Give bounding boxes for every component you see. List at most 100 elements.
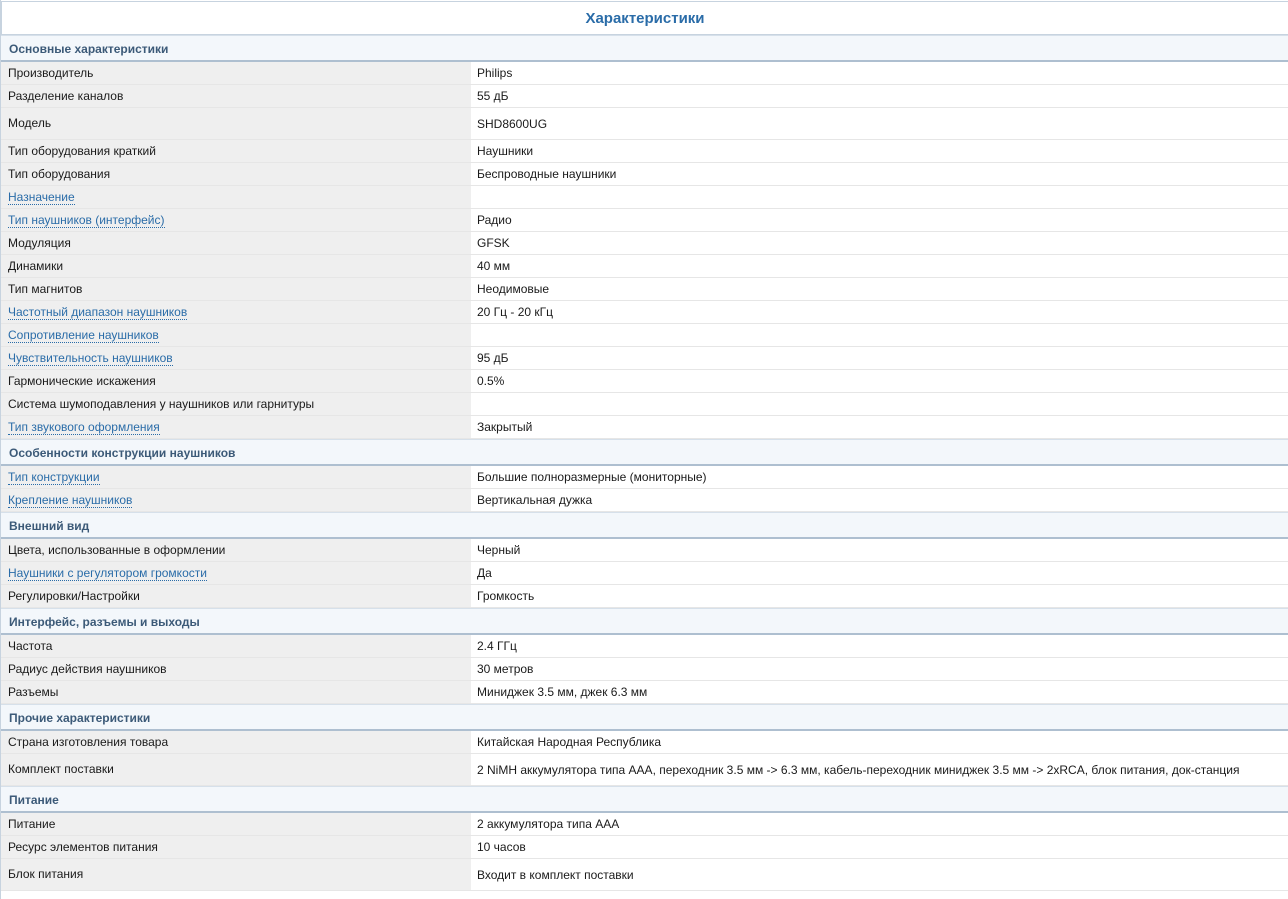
spec-value: 55 дБ [471, 85, 1288, 107]
spec-row-frequency: Частота 2.4 ГГц [1, 635, 1288, 658]
spec-value: 10 часов [471, 836, 1288, 858]
spec-label: Радиус действия наушников [1, 658, 471, 680]
spec-value: 2 аккумулятора типа AAA [471, 813, 1288, 835]
spec-label: Тип магнитов [1, 278, 471, 300]
spec-label[interactable]: Крепление наушников [1, 489, 471, 511]
spec-value: Громкость [471, 585, 1288, 607]
spec-label: Динамики [1, 255, 471, 277]
spec-value: 95 дБ [471, 347, 1288, 369]
spec-row-adjustments: Регулировки/Настройки Громкость [1, 585, 1288, 608]
spec-value [471, 393, 1288, 415]
spec-row-headphone-interface: Тип наушников (интерфейс) Радио [1, 209, 1288, 232]
spec-row-distortion: Гармонические искажения 0.5% [1, 370, 1288, 393]
spec-label: Регулировки/Настройки [1, 585, 471, 607]
spec-label[interactable]: Тип звукового оформления [1, 416, 471, 438]
spec-label: Гармонические искажения [1, 370, 471, 392]
spec-label: Разъемы [1, 681, 471, 703]
spec-value: 0.5% [471, 370, 1288, 392]
spec-label[interactable]: Тип конструкции [1, 466, 471, 488]
spec-label-link[interactable]: Тип звукового оформления [8, 420, 160, 435]
specifications-table: Характеристики Основные характеристики П… [0, 0, 1288, 899]
spec-label-link[interactable]: Чувствительность наушников [8, 351, 173, 366]
spec-value: Philips [471, 62, 1288, 84]
spec-row-battery-life: Ресурс элементов питания 10 часов [1, 836, 1288, 859]
spec-row-package-contents: Комплект поставки 2 NiMH аккумулятора ти… [1, 754, 1288, 786]
spec-row-volume-control: Наушники с регулятором громкости Да [1, 562, 1288, 585]
section-header-interfaces: Интерфейс, разъемы и выходы [1, 608, 1288, 635]
spec-label[interactable]: Частотный диапазон наушников [1, 301, 471, 323]
spec-value [471, 186, 1288, 208]
spec-label[interactable]: Назначение [1, 186, 471, 208]
spec-label: Модель [1, 108, 471, 139]
spec-value: 40 мм [471, 255, 1288, 277]
section-header-power: Питание [1, 786, 1288, 813]
spec-label: Разделение каналов [1, 85, 471, 107]
spec-label-link[interactable]: Тип конструкции [8, 470, 100, 485]
spec-value: Беспроводные наушники [471, 163, 1288, 185]
spec-value: 20 Гц - 20 кГц [471, 301, 1288, 323]
spec-label: Тип оборудования [1, 163, 471, 185]
spec-label-link[interactable]: Крепление наушников [8, 493, 133, 508]
spec-row-acoustic-design: Тип звукового оформления Закрытый [1, 416, 1288, 439]
spec-row-frequency-range: Частотный диапазон наушников 20 Гц - 20 … [1, 301, 1288, 324]
spec-row-mounting: Крепление наушников Вертикальная дужка [1, 489, 1288, 512]
spec-row-connectors: Разъемы Миниджек 3.5 мм, джек 6.3 мм [1, 681, 1288, 704]
page-title: Характеристики [1, 1, 1288, 35]
spec-row-construction-type: Тип конструкции Большие полноразмерные (… [1, 466, 1288, 489]
spec-value: Неодимовые [471, 278, 1288, 300]
spec-row-equipment-type: Тип оборудования Беспроводные наушники [1, 163, 1288, 186]
spec-row-magnet-type: Тип магнитов Неодимовые [1, 278, 1288, 301]
spec-row-noise-cancelling: Система шумоподавления у наушников или г… [1, 393, 1288, 416]
spec-row-manufacturer: Производитель Philips [1, 62, 1288, 85]
spec-value: GFSK [471, 232, 1288, 254]
spec-label: Цвета, использованные в оформлении [1, 539, 471, 561]
spec-value: Радио [471, 209, 1288, 231]
spec-label-link[interactable]: Наушники с регулятором громкости [8, 566, 207, 581]
spec-row-model: Модель SHD8600UG [1, 108, 1288, 140]
section-header-main: Основные характеристики [1, 35, 1288, 62]
spec-label: Частота [1, 635, 471, 657]
spec-row-sensitivity: Чувствительность наушников 95 дБ [1, 347, 1288, 370]
spec-value: 2 NiMH аккумулятора типа AAA, переходник… [471, 754, 1288, 785]
spec-label-link[interactable]: Сопротивление наушников [8, 328, 159, 343]
spec-row-equipment-type-short: Тип оборудования краткий Наушники [1, 140, 1288, 163]
spec-row-purpose: Назначение [1, 186, 1288, 209]
spec-label[interactable]: Сопротивление наушников [1, 324, 471, 346]
spec-row-channel-separation: Разделение каналов 55 дБ [1, 85, 1288, 108]
spec-label[interactable]: Тип наушников (интерфейс) [1, 209, 471, 231]
spec-value: 30 метров [471, 658, 1288, 680]
spec-label: Питание [1, 813, 471, 835]
spec-label: Модуляция [1, 232, 471, 254]
spec-row-impedance: Сопротивление наушников [1, 324, 1288, 347]
spec-row-modulation: Модуляция GFSK [1, 232, 1288, 255]
spec-label-link[interactable]: Частотный диапазон наушников [8, 305, 188, 320]
spec-label-link[interactable]: Назначение [8, 190, 75, 205]
spec-value [471, 324, 1288, 346]
spec-row-power-supply: Блок питания Входит в комплект поставки [1, 859, 1288, 891]
spec-value: Закрытый [471, 416, 1288, 438]
spec-label: Блок питания [1, 859, 471, 890]
spec-label-link[interactable]: Тип наушников (интерфейс) [8, 213, 165, 228]
spec-label: Ресурс элементов питания [1, 836, 471, 858]
spec-row-range: Радиус действия наушников 30 метров [1, 658, 1288, 681]
spec-label: Тип оборудования краткий [1, 140, 471, 162]
spec-value: Наушники [471, 140, 1288, 162]
spec-value: Входит в комплект поставки [471, 859, 1288, 890]
spec-label[interactable]: Чувствительность наушников [1, 347, 471, 369]
spec-value: Большие полноразмерные (мониторные) [471, 466, 1288, 488]
spec-value: Китайская Народная Республика [471, 731, 1288, 753]
spec-row-country: Страна изготовления товара Китайская Нар… [1, 731, 1288, 754]
section-header-other: Прочие характеристики [1, 704, 1288, 731]
spec-label: Система шумоподавления у наушников или г… [1, 393, 471, 415]
spec-row-power: Питание 2 аккумулятора типа AAA [1, 813, 1288, 836]
spec-value: 2.4 ГГц [471, 635, 1288, 657]
spec-row-drivers: Динамики 40 мм [1, 255, 1288, 278]
section-header-appearance: Внешний вид [1, 512, 1288, 539]
section-header-construction: Особенности конструкции наушников [1, 439, 1288, 466]
spec-label[interactable]: Наушники с регулятором громкости [1, 562, 471, 584]
spec-value: Да [471, 562, 1288, 584]
spec-value: Миниджек 3.5 мм, джек 6.3 мм [471, 681, 1288, 703]
spec-value: SHD8600UG [471, 108, 1288, 139]
spec-label: Страна изготовления товара [1, 731, 471, 753]
spec-value: Вертикальная дужка [471, 489, 1288, 511]
